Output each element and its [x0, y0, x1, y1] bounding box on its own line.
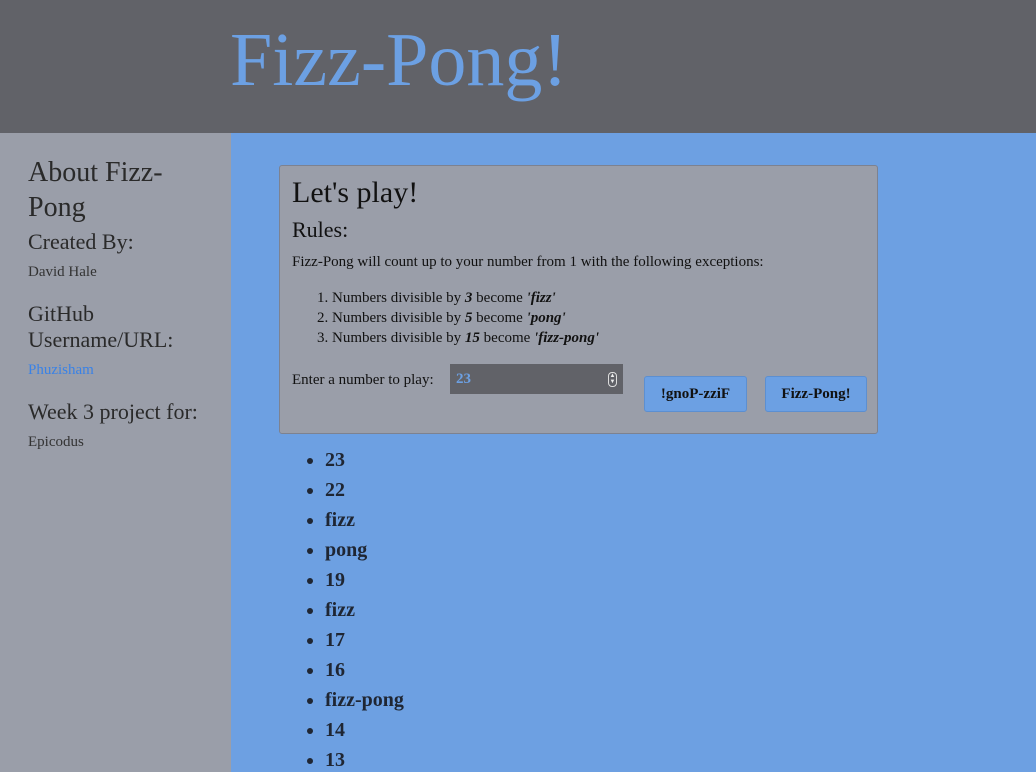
result-item: 14 — [325, 715, 404, 745]
rule-prefix: Numbers divisible by — [332, 330, 465, 346]
about-heading: About Fizz-Pong — [28, 157, 163, 223]
result-item: 16 — [325, 655, 404, 685]
rules-description: Fizz-Pong will count up to your number f… — [292, 254, 764, 270]
result-item: 23 — [325, 445, 404, 475]
result-item: fizz — [325, 505, 404, 535]
sidebar-content: About Fizz-Pong Created By: David Hale G… — [28, 155, 208, 471]
rule-word: 'fizz-pong' — [534, 330, 600, 346]
main-content: Let's play! Rules: Fizz-Pong will count … — [231, 133, 1036, 772]
result-item: fizz — [325, 595, 404, 625]
project-value: Epicodus — [28, 434, 84, 450]
rule-mid: become — [472, 290, 527, 306]
result-item: fizz-pong — [325, 685, 404, 715]
play-button[interactable]: Fizz-Pong! — [765, 376, 867, 412]
rule-word: 'fizz' — [526, 290, 556, 306]
rule-number: 15 — [464, 330, 480, 346]
rules-list: Numbers divisible by 3 become 'fizz' Num… — [292, 288, 599, 348]
project-heading: Week 3 project for: — [28, 399, 198, 424]
number-input-value: 23 — [456, 371, 471, 387]
github-paragraph: Phuzisham — [28, 361, 208, 379]
result-item: 22 — [325, 475, 404, 505]
result-item: pong — [325, 535, 404, 565]
reverse-play-button[interactable]: !gnoP-zziF — [644, 376, 747, 412]
game-panel: Let's play! Rules: Fizz-Pong will count … — [279, 165, 878, 434]
rule-prefix: Numbers divisible by — [332, 290, 465, 306]
rule-item: Numbers divisible by 5 become 'pong' — [332, 308, 599, 328]
rule-prefix: Numbers divisible by — [332, 310, 465, 326]
result-item: 19 — [325, 565, 404, 595]
created-by-heading: Created By: — [28, 229, 134, 254]
author-name: David Hale — [28, 264, 97, 280]
rule-word: 'pong' — [526, 310, 566, 326]
page-header: Fizz-Pong! — [0, 0, 1036, 133]
results-list: 23 22 fizz pong 19 fizz 17 16 fizz-pong … — [285, 445, 404, 775]
rule-mid: become — [472, 310, 527, 326]
rule-mid: become — [479, 330, 535, 346]
sidebar: About Fizz-Pong Created By: David Hale G… — [0, 133, 231, 772]
github-heading: GitHub Username/URL: — [28, 301, 174, 352]
github-link[interactable]: Phuzisham — [28, 362, 94, 378]
number-input-label: Enter a number to play: — [292, 372, 434, 388]
panel-title: Let's play! — [292, 176, 419, 209]
spinner-icon[interactable]: ▲ ▼ — [608, 372, 617, 387]
number-input[interactable]: 23 ▲ ▼ — [450, 364, 623, 394]
rule-item: Numbers divisible by 15 become 'fizz-pon… — [332, 328, 599, 348]
result-item: 13 — [325, 745, 404, 775]
site-title: Fizz-Pong! — [230, 18, 568, 102]
rule-item: Numbers divisible by 3 become 'fizz' — [332, 288, 599, 308]
result-item: 17 — [325, 625, 404, 655]
rules-title: Rules: — [292, 217, 349, 242]
